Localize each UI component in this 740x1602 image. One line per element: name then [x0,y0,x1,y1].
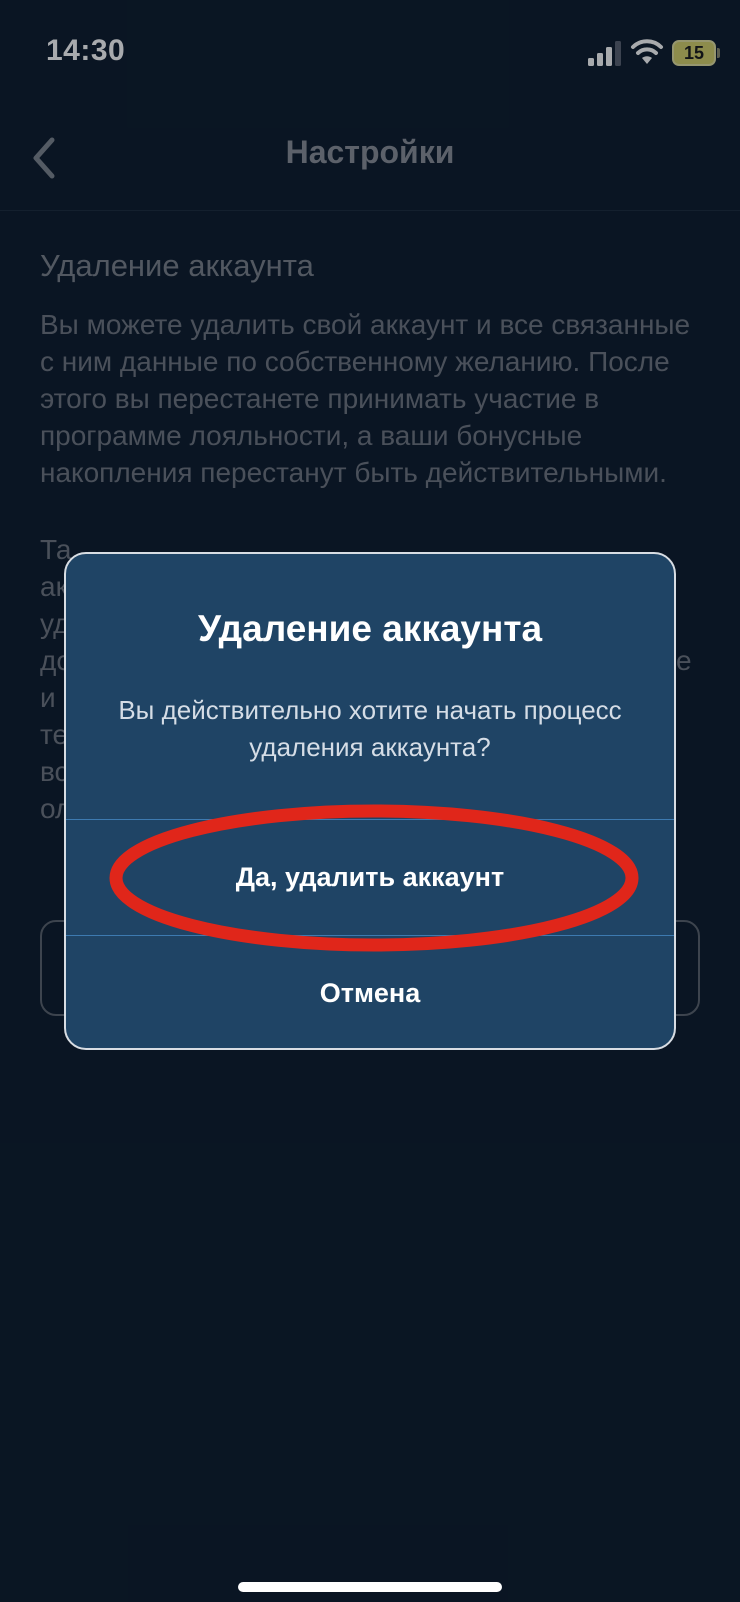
home-indicator[interactable] [238,1582,502,1592]
confirm-delete-button[interactable]: Да, удалить аккаунт [66,820,674,934]
delete-account-alert: Удаление аккаунта Вы действительно хотит… [64,552,676,1050]
alert-title: Удаление аккаунта [197,608,543,649]
cancel-button[interactable]: Отмена [66,936,674,1048]
alert-message: Вы действительно хотите начать процесс у… [118,695,622,762]
